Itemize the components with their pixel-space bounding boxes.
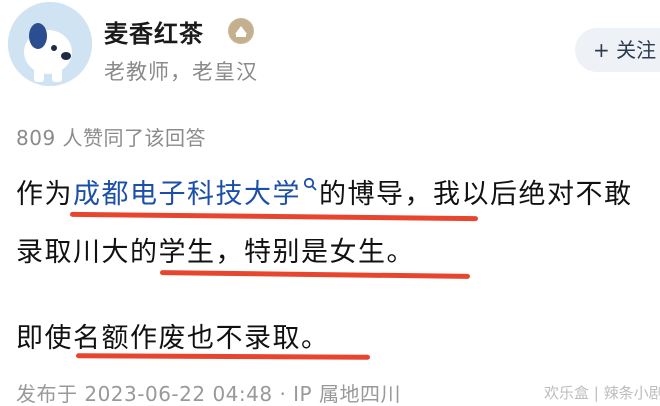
author-name[interactable]: 麦香红茶 bbox=[104, 14, 204, 49]
dog-avatar-icon[interactable] bbox=[8, 2, 92, 86]
answer-line-3: 即使名额作废也不录取。 bbox=[16, 323, 330, 354]
line1-suffix: 的博导，我以后绝对不敢 bbox=[319, 179, 633, 210]
likes-count: 809 人赞同了该回答 bbox=[16, 126, 207, 150]
red-underline bbox=[69, 211, 479, 222]
search-icon[interactable] bbox=[303, 167, 317, 191]
watermark-text: 欢乐盒 | 辣条小剧场 bbox=[544, 384, 660, 402]
line1-prefix: 作为 bbox=[16, 179, 73, 210]
publish-info: 发布于 2023-06-22 04:48 · IP 属地四川 bbox=[16, 382, 401, 406]
follow-button[interactable]: + 关注 bbox=[575, 28, 660, 72]
answer-header: 麦香红茶 老教师，老皇汉 + 关注 bbox=[0, 0, 660, 110]
university-link[interactable]: 成都电子科技大学 bbox=[73, 179, 301, 210]
answer-line-2: 录取川大的学生，特别是女生。 bbox=[16, 237, 415, 268]
answer-line-1: 作为成都电子科技大学 的博导，我以后绝对不敢 bbox=[16, 172, 633, 211]
red-underline bbox=[75, 353, 371, 360]
badge-icon bbox=[228, 18, 254, 44]
red-underline bbox=[159, 270, 471, 279]
author-bio: 老教师，老皇汉 bbox=[104, 60, 258, 84]
